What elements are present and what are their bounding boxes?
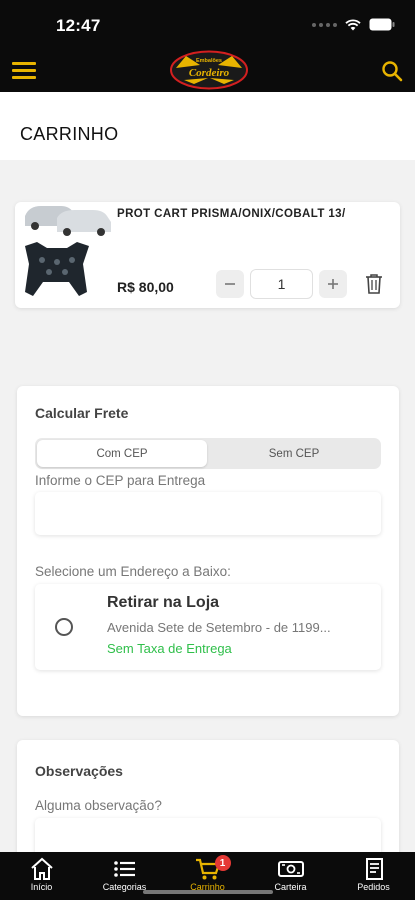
address-option-store-pickup[interactable]: Retirar na Loja Avenida Sete de Setembro… bbox=[35, 584, 381, 670]
page-title: CARRINHO bbox=[20, 124, 119, 144]
cart-badge: 1 bbox=[214, 855, 231, 871]
bottom-tab-bar: Início Categorias 1 Carrinho Carteira Pe… bbox=[0, 852, 415, 900]
status-icons bbox=[312, 18, 395, 31]
receipt-icon bbox=[365, 858, 383, 880]
product-price: R$ 80,00 bbox=[117, 279, 174, 295]
tab-label: Categorias bbox=[102, 882, 147, 892]
trash-icon[interactable] bbox=[364, 273, 384, 295]
quantity-increase-button[interactable] bbox=[319, 270, 347, 298]
notes-label: Alguma observação? bbox=[35, 798, 162, 813]
shipping-calculator: Calcular Frete Com CEP Sem CEP Informe o… bbox=[17, 386, 399, 716]
wallet-icon bbox=[277, 861, 304, 877]
cep-label: Informe o CEP para Entrega bbox=[35, 473, 206, 488]
shipping-title: Calcular Frete bbox=[35, 405, 129, 421]
product-name: PROT CART PRISMA/ONIX/COBALT 13/ bbox=[117, 208, 346, 220]
svg-text:Embalões: Embalões bbox=[196, 58, 222, 64]
home-indicator bbox=[143, 890, 273, 894]
tab-label: Carteira bbox=[274, 882, 307, 892]
quantity-input[interactable] bbox=[250, 269, 313, 299]
tab-inicio[interactable]: Início bbox=[0, 852, 83, 900]
signal-icon bbox=[312, 22, 337, 27]
quantity-decrease-button[interactable] bbox=[216, 270, 244, 298]
radio-button[interactable] bbox=[55, 618, 73, 636]
status-time: 12:47 bbox=[56, 16, 101, 35]
search-icon[interactable] bbox=[381, 60, 403, 82]
address-select-label: Selecione um Endereço a Baixo: bbox=[35, 564, 231, 579]
tab-label: Pedidos bbox=[357, 882, 390, 892]
menu-icon[interactable] bbox=[12, 62, 36, 80]
cart-item: PROT CART PRISMA/ONIX/COBALT 13/ R$ 80,0… bbox=[15, 202, 400, 308]
tab-pedidos[interactable]: Pedidos bbox=[332, 852, 415, 900]
address-title: Retirar na Loja bbox=[107, 594, 220, 611]
battery-icon bbox=[369, 18, 395, 31]
home-icon bbox=[30, 857, 53, 880]
cep-mode-toggle: Com CEP Sem CEP bbox=[35, 438, 381, 469]
product-image bbox=[25, 206, 111, 296]
minus-icon bbox=[225, 283, 235, 285]
cep-input[interactable] bbox=[35, 492, 381, 535]
svg-text:Cordeiro: Cordeiro bbox=[189, 67, 230, 79]
notes-title: Observações bbox=[35, 763, 123, 779]
page-header: CARRINHO bbox=[0, 92, 415, 160]
delivery-fee: Sem Taxa de Entrega bbox=[107, 641, 232, 656]
plus-icon bbox=[328, 279, 338, 289]
address-line: Avenida Sete de Setembro - de 1199... bbox=[107, 620, 331, 635]
app-bar: Embalões Cordeiro bbox=[0, 50, 415, 92]
status-bar: 12:47 bbox=[0, 0, 415, 50]
tab-com-cep[interactable]: Com CEP bbox=[37, 440, 207, 467]
wifi-icon bbox=[345, 18, 361, 30]
list-icon bbox=[113, 861, 135, 877]
tab-sem-cep[interactable]: Sem CEP bbox=[209, 440, 379, 467]
notes-section: Observações Alguma observação? bbox=[17, 740, 399, 870]
tab-label: Início bbox=[30, 882, 53, 892]
store-logo: Embalões Cordeiro bbox=[170, 50, 248, 90]
